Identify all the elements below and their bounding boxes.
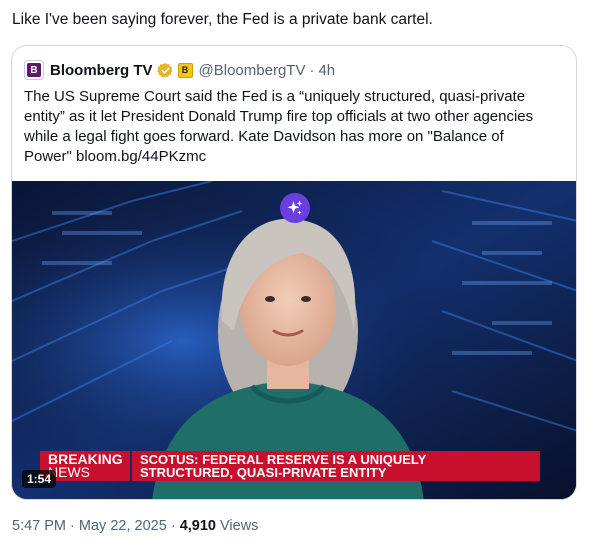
post-time[interactable]: 5:47 PM xyxy=(12,518,66,534)
body-line: entity” as it let President Donald Trump… xyxy=(24,108,534,125)
separator-dot: · xyxy=(309,61,315,79)
timestamp[interactable]: 4h xyxy=(318,62,335,79)
video-player[interactable]: BREAKING NEWS SCOTUS: FEDERAL RESERVE IS… xyxy=(12,181,576,499)
handle[interactable]: @BloombergTV xyxy=(199,62,306,79)
body-line: The US Supreme Court said the Fed is a “… xyxy=(24,88,526,105)
views-label: Views xyxy=(220,518,259,534)
separator-dot: · xyxy=(170,518,176,534)
tweet-meta: 5:47 PM · May 22, 2025 · 4,910 Views xyxy=(12,518,258,534)
quoted-tweet-card[interactable]: B Bloomberg TV B @BloombergTV · 4h The U… xyxy=(11,45,577,500)
body-line: Power" bloom.bg/44PKzmc xyxy=(24,148,207,165)
verified-badge-icon xyxy=(156,62,172,78)
display-name[interactable]: Bloomberg TV xyxy=(50,62,153,79)
headline-line: STRUCTURED, QUASI-PRIVATE ENTITY xyxy=(140,465,387,480)
separator-dot: · xyxy=(70,518,75,534)
tweet-text: Like I've been saying forever, the Fed i… xyxy=(12,11,433,28)
quoted-tweet-body: The US Supreme Court said the Fed is a “… xyxy=(24,87,569,167)
body-line: while a legal fight goes forward. Kate D… xyxy=(24,128,504,145)
news-line: NEWS xyxy=(48,464,90,480)
views-count: 4,910 xyxy=(179,518,216,534)
post-date[interactable]: May 22, 2025 xyxy=(79,518,167,534)
quoted-tweet-header: B Bloomberg TV B @BloombergTV · 4h xyxy=(24,60,335,80)
news-lower-third: BREAKING NEWS SCOTUS: FEDERAL RESERVE IS… xyxy=(40,451,540,481)
avatar-letter: B xyxy=(27,63,41,77)
sparkle-icon[interactable] xyxy=(280,193,310,223)
video-duration: 1:54 xyxy=(22,470,57,488)
avatar[interactable]: B xyxy=(24,60,44,80)
affiliate-badge-icon: B xyxy=(177,62,193,78)
news-headline: SCOTUS: FEDERAL RESERVE IS A UNIQUELY ST… xyxy=(132,451,540,481)
